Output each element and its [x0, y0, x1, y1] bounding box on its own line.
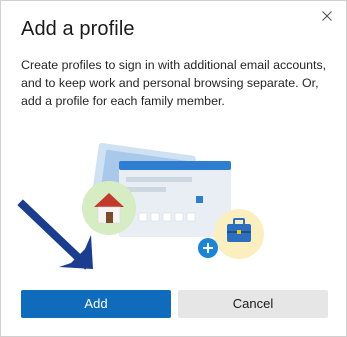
dialog-description: Create profiles to sign in with addition… — [21, 58, 327, 108]
arrow-icon — [17, 199, 93, 270]
profile-illustration — [17, 142, 264, 270]
dialog-title: Add a profile — [21, 18, 135, 40]
plus-icon — [198, 238, 218, 258]
home-icon — [82, 181, 136, 235]
cancel-button[interactable]: Cancel — [178, 290, 328, 318]
add-button[interactable]: Add — [21, 290, 171, 318]
close-icon[interactable] — [318, 7, 336, 25]
add-profile-dialog: Add a profile Create profiles to sign in… — [0, 0, 347, 337]
briefcase-icon — [214, 209, 264, 259]
front-window-illustration — [119, 161, 231, 237]
